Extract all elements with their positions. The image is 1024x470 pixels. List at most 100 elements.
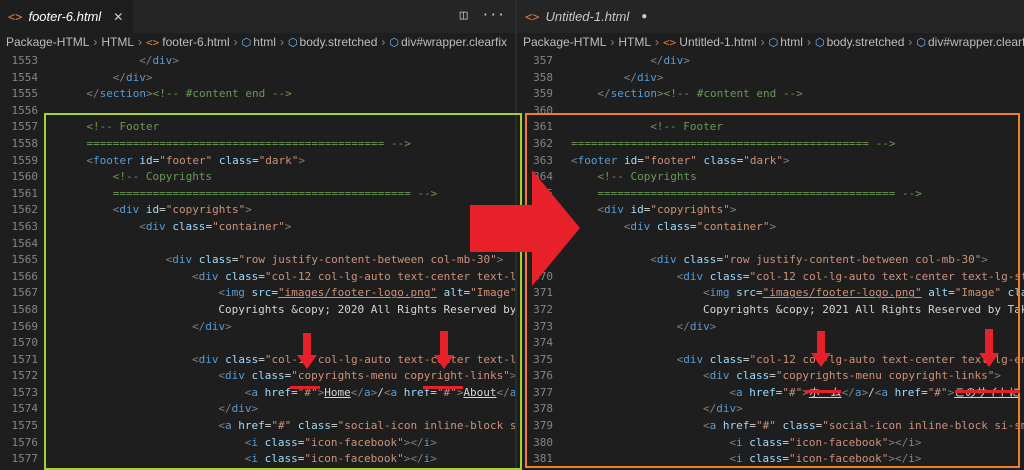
code-text[interactable]: <i class="icon-facebook"></i> bbox=[60, 451, 515, 468]
code-text[interactable]: <!-- Copyrights bbox=[60, 169, 515, 186]
more-actions-icon[interactable]: ··· bbox=[482, 8, 505, 23]
code-token: div bbox=[656, 253, 684, 267]
code-token: class bbox=[212, 153, 252, 167]
code-text[interactable]: <div class="row justify-content-between … bbox=[60, 252, 515, 269]
code-text[interactable]: </section><!-- #content end --> bbox=[571, 86, 1024, 103]
code-token: "social-icon inline-block si-smal bbox=[822, 419, 1024, 433]
code-token: > bbox=[782, 153, 790, 167]
code-text[interactable]: ========================================… bbox=[60, 186, 515, 203]
code-line: 1555 </section><!-- #content end --> bbox=[0, 86, 515, 103]
code-line: 359 </section><!-- #content end --> bbox=[517, 86, 1024, 103]
close-icon[interactable]: ✕ bbox=[113, 10, 123, 24]
red-underline bbox=[955, 390, 1020, 393]
breadcrumb-item[interactable]: HTML bbox=[101, 35, 134, 49]
code-token: class bbox=[198, 253, 232, 267]
code-text[interactable]: <!-- Copyrights bbox=[571, 169, 1024, 186]
code-text[interactable]: <div class="row justify-content-between … bbox=[571, 252, 1024, 269]
code-text[interactable]: <div id="copyrights"> bbox=[571, 202, 1024, 219]
line-number: 1573 bbox=[11, 385, 39, 399]
code-text[interactable]: <!-- Footer bbox=[571, 119, 1024, 136]
code-token: div bbox=[630, 219, 657, 233]
code-token: img bbox=[225, 286, 252, 300]
code-text[interactable]: <a href="#">ホーム</a>/<a href="#">このサイトに bbox=[571, 385, 1024, 402]
breadcrumb-item[interactable]: Package-HTML bbox=[6, 35, 89, 49]
code-token: > bbox=[225, 319, 232, 333]
code-text[interactable]: ========================================… bbox=[571, 136, 1024, 153]
breadcrumb-separator-icon: › bbox=[233, 35, 238, 49]
code-token: <!-- Copyrights bbox=[112, 170, 213, 184]
tab-bar: <> footer-6.html ✕ ◫ ··· bbox=[0, 0, 515, 33]
code-text[interactable]: <i class="icon-facebook"></i> bbox=[571, 435, 1024, 452]
code-text[interactable]: </div> bbox=[571, 70, 1024, 87]
breadcrumb-item[interactable]: html bbox=[253, 35, 276, 49]
code-text[interactable]: <i class="icon-facebook"></i> bbox=[571, 451, 1024, 468]
breadcrumb-item[interactable]: div#wrapper.clearfix bbox=[401, 35, 507, 49]
line-number: 359 bbox=[533, 87, 553, 101]
line-number: 378 bbox=[533, 402, 553, 416]
code-text[interactable]: Copyrights &copy; 2021 All Rights Reserv… bbox=[571, 302, 1024, 319]
code-text[interactable]: </div> bbox=[571, 53, 1024, 70]
code-line: 1567 <img src="images/footer-logo.png" al… bbox=[0, 285, 516, 302]
code-text[interactable]: <img src="images/footer-logo.png" alt="I… bbox=[571, 285, 1024, 302]
split-editor-icon[interactable]: ◫ bbox=[460, 8, 468, 23]
code-token: i bbox=[908, 452, 915, 466]
code-token: > bbox=[729, 203, 737, 217]
code-token: > bbox=[430, 435, 437, 449]
breadcrumb-item[interactable]: html bbox=[780, 35, 803, 49]
breadcrumb-item[interactable]: Untitled-1.html bbox=[679, 35, 756, 49]
line-number: 1572 bbox=[11, 369, 39, 383]
code-text[interactable]: </div> bbox=[571, 319, 1024, 336]
breadcrumb-item[interactable]: footer-6.html bbox=[162, 35, 229, 49]
code-text[interactable]: <div id="copyrights"> bbox=[60, 202, 515, 219]
code-line: 368 bbox=[517, 236, 1024, 253]
code-text[interactable]: <div class="container"> bbox=[60, 219, 515, 236]
breadcrumb: Package-HTML › HTML › <> footer-6.html › ⬡ html ›… bbox=[0, 33, 515, 51]
line-number: 360 bbox=[533, 103, 553, 117]
code-text[interactable]: <div class="col-12 col-lg-auto text-cent… bbox=[571, 269, 1024, 286]
tab-untitled-1[interactable]: <> Untitled-1.html ● bbox=[517, 0, 658, 33]
code-token: "row justify-content-between col-mb-30" bbox=[238, 253, 497, 267]
code-text[interactable]: Copyrights &copy; 2020 All Rights Reserv… bbox=[60, 302, 515, 319]
breadcrumb-item[interactable]: HTML bbox=[618, 35, 651, 49]
breadcrumb: Package-HTML › HTML › <> Untitled-1.html › ⬡ htm… bbox=[517, 33, 1024, 51]
code-text[interactable]: <a href="#" class="social-icon inline-bl… bbox=[60, 418, 515, 435]
line-number: 1570 bbox=[11, 336, 39, 350]
breadcrumb-item[interactable]: body.stretched bbox=[300, 35, 378, 49]
code-text[interactable]: <footer id="footer" class="dark"> bbox=[60, 153, 515, 170]
breadcrumb-item[interactable]: Package-HTML bbox=[523, 35, 606, 49]
code-text[interactable]: <footer id="footer" class="dark"> bbox=[571, 153, 1024, 170]
code-text[interactable]: </section><!-- #content end --> bbox=[60, 86, 515, 103]
code-text[interactable]: <div class="container"> bbox=[571, 219, 1024, 236]
breadcrumb-item[interactable]: div#wrapper.clearfix bbox=[928, 35, 1024, 49]
code-line: 379 <a href="#" class="social-icon inline… bbox=[517, 418, 1024, 435]
unsaved-dot-icon[interactable]: ● bbox=[641, 11, 647, 22]
breadcrumb-item[interactable]: body.stretched bbox=[827, 35, 905, 49]
code-text[interactable]: <a href="#" class="social-icon inline-bl… bbox=[571, 418, 1024, 435]
code-text[interactable]: <div class="col-12 col-lg-auto text-cent… bbox=[571, 352, 1024, 369]
code-token: "social-icon inline-block si-smal bbox=[337, 419, 515, 433]
code-text[interactable]: </div> bbox=[60, 70, 515, 87]
tab-footer-6[interactable]: <> footer-6.html ✕ bbox=[0, 0, 134, 33]
code-text[interactable]: <div class="copyrights-menu copyright-li… bbox=[571, 368, 1024, 385]
code-line: 380 <i class="icon-facebook"></i> bbox=[517, 435, 1024, 452]
breadcrumb-separator-icon: › bbox=[610, 35, 615, 49]
line-number: 1554 bbox=[11, 70, 39, 84]
code-token: < bbox=[571, 153, 578, 167]
code-token: = bbox=[756, 286, 763, 300]
code-text[interactable]: </div> bbox=[60, 53, 515, 70]
code-token: </ bbox=[597, 87, 611, 101]
code-token: = bbox=[921, 385, 928, 399]
line-number: 1562 bbox=[11, 203, 39, 217]
code-line: 376 <div class="copyrights-menu copyright… bbox=[517, 368, 1024, 385]
code-text[interactable]: </div> bbox=[60, 401, 515, 418]
code-text[interactable]: ========================================… bbox=[571, 186, 1024, 203]
code-text[interactable]: </div> bbox=[571, 401, 1024, 418]
code-token: = bbox=[258, 269, 265, 283]
code-text[interactable]: <div class="col-12 col-lg-auto text-cent… bbox=[60, 269, 515, 286]
code-text[interactable]: <img src="images/footer-logo.png" alt="I… bbox=[60, 285, 515, 302]
code-text[interactable]: <i class="icon-facebook"></i> bbox=[60, 435, 515, 452]
code-token: > bbox=[769, 219, 777, 233]
code-text[interactable]: <!-- Footer bbox=[60, 119, 515, 136]
code-line: 373 </div> bbox=[517, 319, 1024, 336]
code-text[interactable]: ========================================… bbox=[60, 136, 515, 153]
